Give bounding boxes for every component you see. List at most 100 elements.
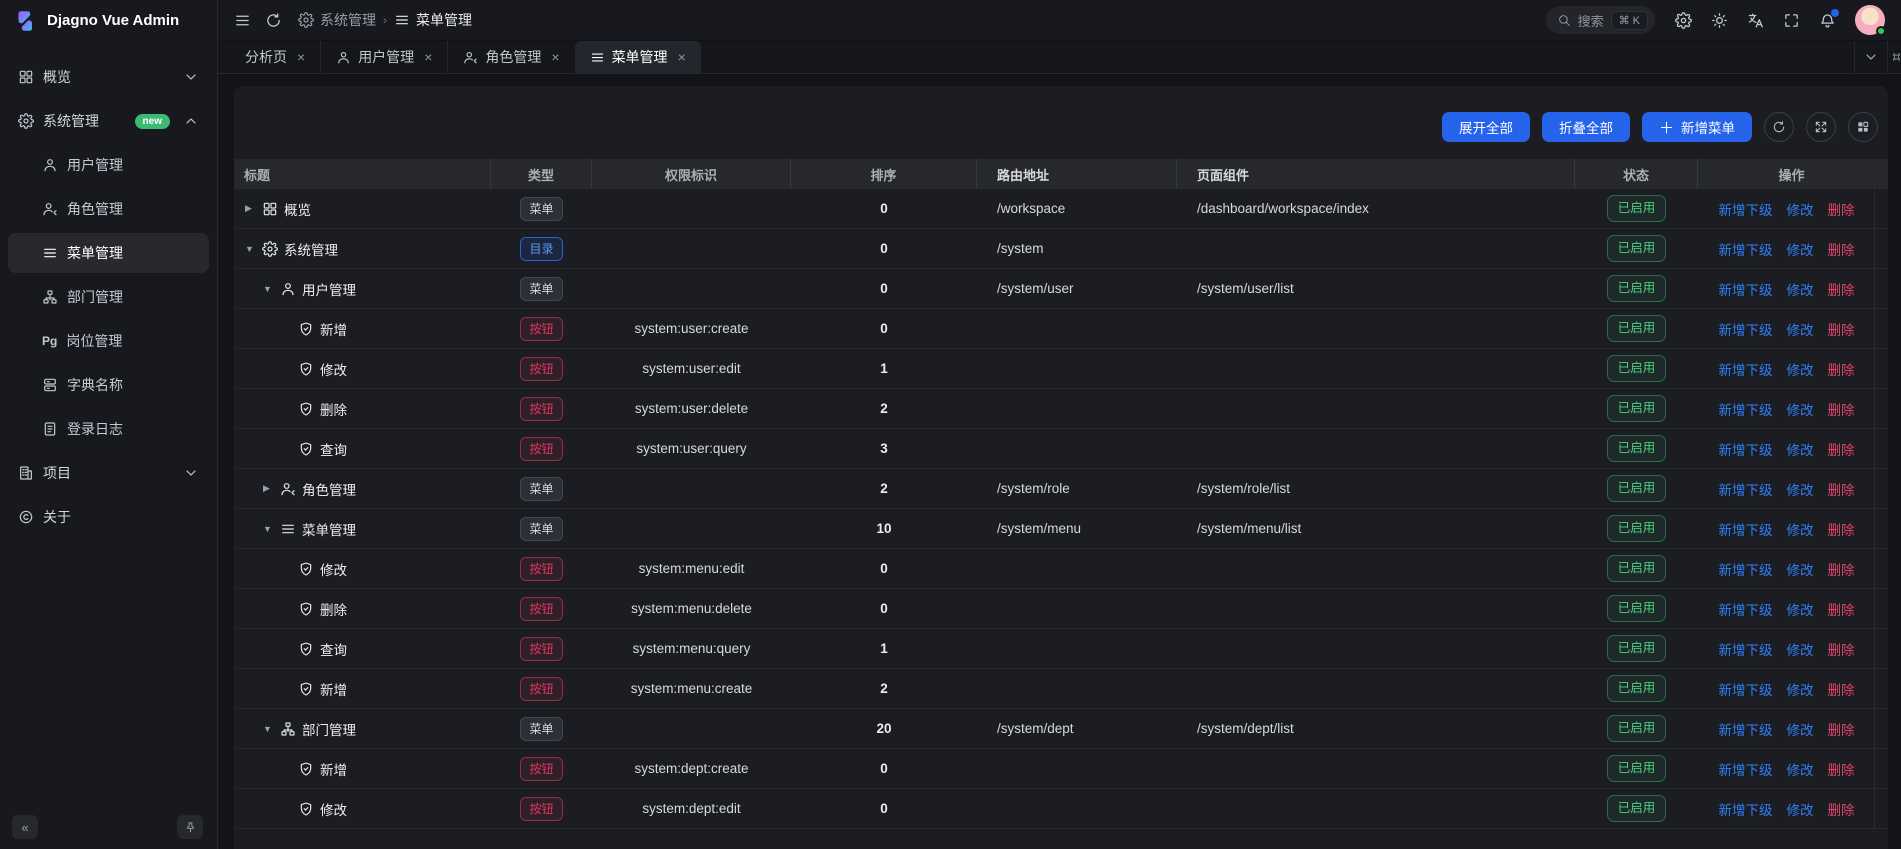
action-edit[interactable]: 修改 <box>1787 719 1814 739</box>
breadcrumb-item-menu[interactable]: 菜单管理 <box>394 10 472 30</box>
action-delete[interactable]: 删除 <box>1828 559 1855 579</box>
action-edit[interactable]: 修改 <box>1787 279 1814 299</box>
action-delete[interactable]: 删除 <box>1828 639 1855 659</box>
action-add-child[interactable]: 新增下级 <box>1719 799 1773 819</box>
action-edit[interactable]: 修改 <box>1787 359 1814 379</box>
tab-list-dropdown-button[interactable] <box>1854 41 1887 73</box>
action-add-child[interactable]: 新增下级 <box>1719 639 1773 659</box>
sidebar-item-copyright[interactable]: 关于 <box>8 497 209 537</box>
action-add-child[interactable]: 新增下级 <box>1719 319 1773 339</box>
sort-value: 2 <box>880 481 888 496</box>
action-edit[interactable]: 修改 <box>1787 399 1814 419</box>
user-avatar[interactable] <box>1855 5 1885 35</box>
action-add-child[interactable]: 新增下级 <box>1719 599 1773 619</box>
collapse-sidebar-button[interactable]: « <box>12 815 38 839</box>
expand-table-button[interactable] <box>1806 112 1836 142</box>
action-edit[interactable]: 修改 <box>1787 239 1814 259</box>
action-delete[interactable]: 删除 <box>1828 759 1855 779</box>
breadcrumb-item-system[interactable]: 系统管理 <box>298 10 376 30</box>
action-edit[interactable]: 修改 <box>1787 519 1814 539</box>
search-input[interactable]: 搜索 ⌘ K <box>1546 6 1655 34</box>
sidebar-item-user[interactable]: 用户管理 <box>8 145 209 185</box>
action-add-child[interactable]: 新增下级 <box>1719 719 1773 739</box>
action-add-child[interactable]: 新增下级 <box>1719 479 1773 499</box>
action-delete[interactable]: 删除 <box>1828 319 1855 339</box>
collapse-row-arrow-icon[interactable]: ▼ <box>263 524 278 534</box>
action-edit[interactable]: 修改 <box>1787 199 1814 219</box>
refresh-table-button[interactable] <box>1764 112 1794 142</box>
pin-sidebar-button[interactable] <box>177 815 203 839</box>
action-add-child[interactable]: 新增下级 <box>1719 679 1773 699</box>
action-add-child[interactable]: 新增下级 <box>1719 559 1773 579</box>
refresh-icon[interactable] <box>265 12 282 29</box>
action-edit[interactable]: 修改 <box>1787 759 1814 779</box>
action-delete[interactable]: 删除 <box>1828 399 1855 419</box>
copyright-icon <box>18 509 34 525</box>
collapse-all-button[interactable]: 折叠全部 <box>1542 112 1630 142</box>
action-add-child[interactable]: 新增下级 <box>1719 439 1773 459</box>
sidebar-item-dict[interactable]: 字典名称 <box>8 365 209 405</box>
close-tab-icon[interactable]: × <box>297 50 305 64</box>
action-add-child[interactable]: 新增下级 <box>1719 359 1773 379</box>
action-edit[interactable]: 修改 <box>1787 319 1814 339</box>
tab-2[interactable]: 角色管理 × <box>447 41 574 73</box>
hamburger-menu-icon[interactable] <box>234 12 251 29</box>
action-delete[interactable]: 删除 <box>1828 799 1855 819</box>
sidebar-item-pg[interactable]: Pg 岗位管理 <box>8 321 209 361</box>
chevron-up-icon <box>183 113 199 129</box>
logo[interactable]: Djagno Vue Admin <box>0 0 217 41</box>
theme-sun-icon[interactable] <box>1711 12 1728 29</box>
action-edit[interactable]: 修改 <box>1787 559 1814 579</box>
action-add-child[interactable]: 新增下级 <box>1719 239 1773 259</box>
expand-row-arrow-icon[interactable]: ▶ <box>245 203 260 214</box>
tab-3[interactable]: 菜单管理 × <box>575 41 701 73</box>
language-translate-icon[interactable] <box>1747 12 1764 29</box>
action-add-child[interactable]: 新增下级 <box>1719 759 1773 779</box>
collapse-row-arrow-icon[interactable]: ▼ <box>263 284 278 294</box>
action-delete[interactable]: 删除 <box>1828 439 1855 459</box>
sidebar-item-menu[interactable]: 菜单管理 <box>8 233 209 273</box>
action-add-child[interactable]: 新增下级 <box>1719 519 1773 539</box>
sidebar-item-building[interactable]: 项目 <box>8 453 209 493</box>
fullscreen-icon[interactable] <box>1783 12 1800 29</box>
collapse-row-arrow-icon[interactable]: ▼ <box>263 724 278 734</box>
settings-gear-icon[interactable] <box>1675 12 1692 29</box>
tab-0[interactable]: 分析页 × <box>230 41 320 73</box>
sidebar-item-grid[interactable]: 概览 <box>8 57 209 97</box>
expand-row-arrow-icon[interactable]: ▶ <box>263 483 278 494</box>
action-edit[interactable]: 修改 <box>1787 639 1814 659</box>
action-edit[interactable]: 修改 <box>1787 799 1814 819</box>
sidebar-item-gear[interactable]: 系统管理 new <box>8 101 209 141</box>
action-add-child[interactable]: 新增下级 <box>1719 279 1773 299</box>
sidebar-item-org[interactable]: 部门管理 <box>8 277 209 317</box>
close-tab-icon[interactable]: × <box>424 50 432 64</box>
content-maximize-button[interactable] <box>1887 41 1901 73</box>
action-delete[interactable]: 删除 <box>1828 479 1855 499</box>
sort-value: 3 <box>880 441 888 456</box>
close-tab-icon[interactable]: × <box>551 50 559 64</box>
column-settings-button[interactable] <box>1848 112 1878 142</box>
action-delete[interactable]: 删除 <box>1828 719 1855 739</box>
action-delete[interactable]: 删除 <box>1828 519 1855 539</box>
route-path: /system/role <box>977 469 1177 508</box>
action-delete[interactable]: 删除 <box>1828 239 1855 259</box>
action-edit[interactable]: 修改 <box>1787 439 1814 459</box>
action-edit[interactable]: 修改 <box>1787 479 1814 499</box>
tab-1[interactable]: 用户管理 × <box>320 41 447 73</box>
add-menu-button[interactable]: ＋ 新增菜单 <box>1642 112 1752 142</box>
action-delete[interactable]: 删除 <box>1828 599 1855 619</box>
action-delete[interactable]: 删除 <box>1828 199 1855 219</box>
sidebar-item-log[interactable]: 登录日志 <box>8 409 209 449</box>
action-delete[interactable]: 删除 <box>1828 279 1855 299</box>
action-delete[interactable]: 删除 <box>1828 359 1855 379</box>
action-edit[interactable]: 修改 <box>1787 599 1814 619</box>
action-edit[interactable]: 修改 <box>1787 679 1814 699</box>
action-add-child[interactable]: 新增下级 <box>1719 199 1773 219</box>
close-tab-icon[interactable]: × <box>678 50 686 64</box>
notifications-button[interactable] <box>1819 12 1836 29</box>
action-add-child[interactable]: 新增下级 <box>1719 399 1773 419</box>
action-delete[interactable]: 删除 <box>1828 679 1855 699</box>
sidebar-item-role[interactable]: 角色管理 <box>8 189 209 229</box>
expand-all-button[interactable]: 展开全部 <box>1442 112 1530 142</box>
collapse-row-arrow-icon[interactable]: ▼ <box>245 244 260 254</box>
